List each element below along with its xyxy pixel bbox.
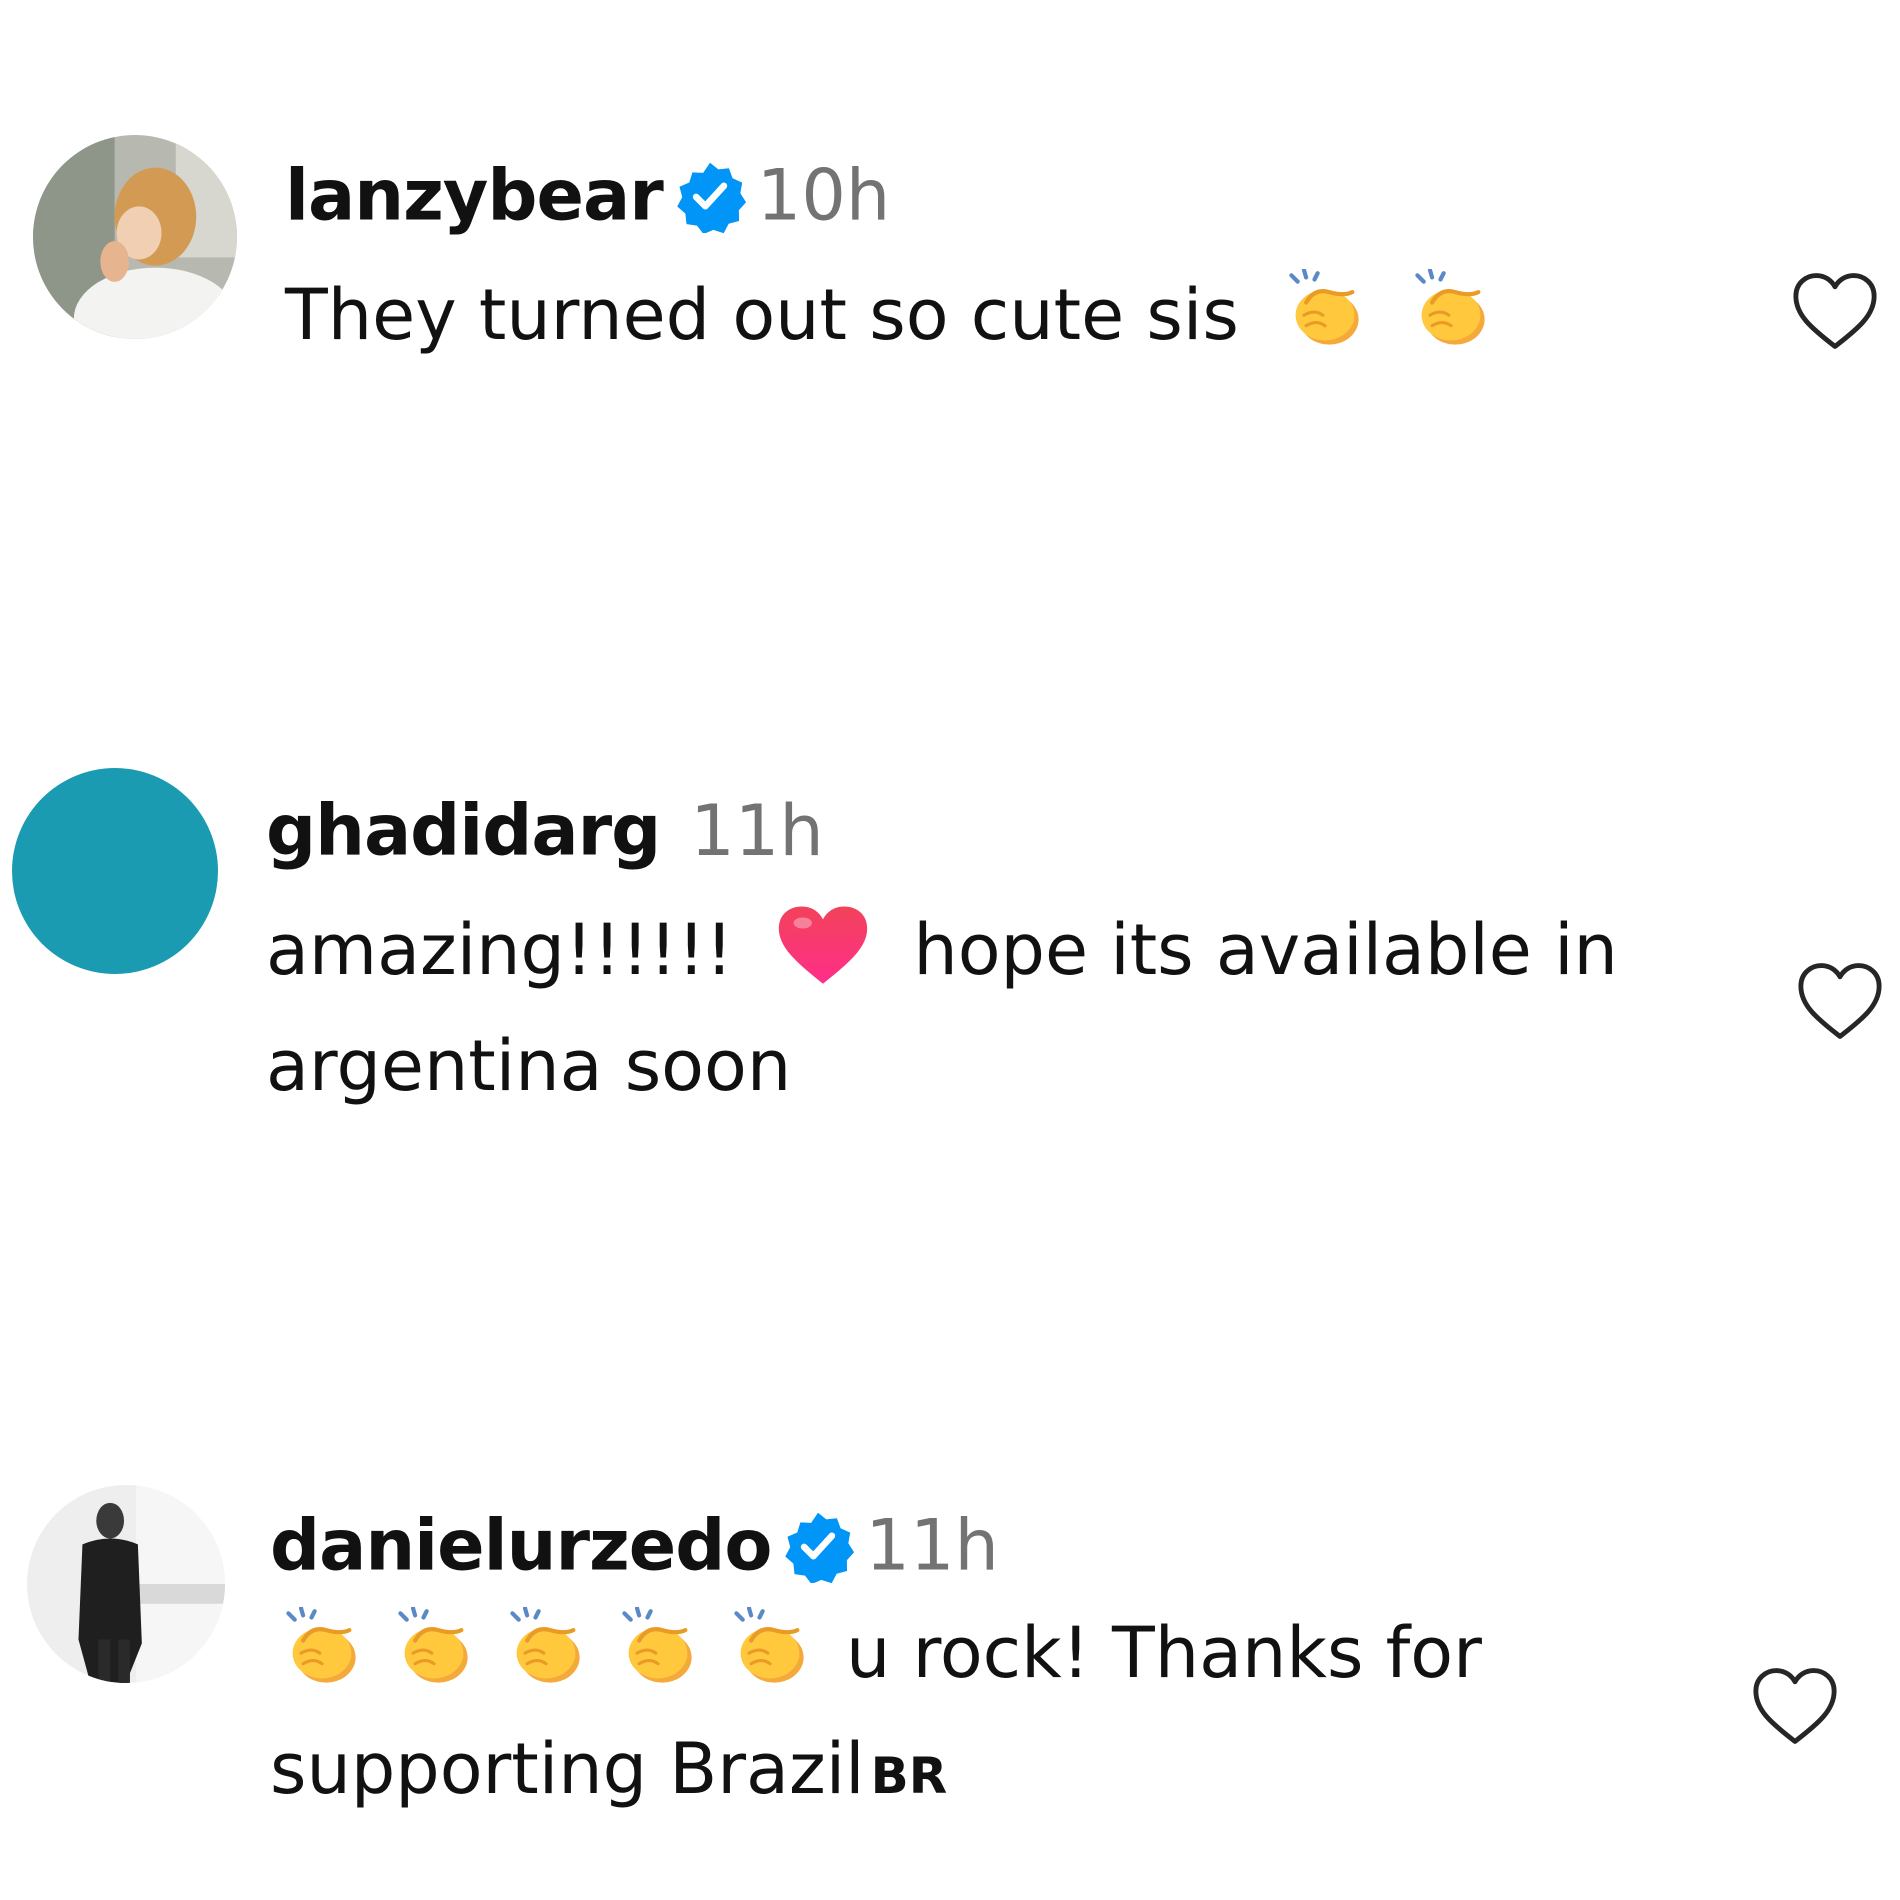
clapping-hands-icon xyxy=(392,1607,476,1691)
comment-text-part: amazing!!!!!! xyxy=(266,909,734,991)
comment-header: ghadidarg 11h xyxy=(266,790,1726,872)
clapping-hands-icon xyxy=(1409,269,1493,353)
timestamp[interactable]: 11h xyxy=(865,1505,998,1587)
timestamp[interactable]: 10h xyxy=(757,155,890,237)
like-heart-icon[interactable] xyxy=(1795,960,1885,1042)
avatar[interactable] xyxy=(27,1485,225,1683)
comment-text: They turned out so cute sis xyxy=(285,257,1745,373)
avatar[interactable] xyxy=(12,768,218,974)
comment-body: lanzybear 10h They turned out so cute sis xyxy=(285,155,1745,373)
timestamp[interactable]: 11h xyxy=(690,790,823,872)
comment-text-part: hope its available in xyxy=(913,909,1618,991)
clapping-hands-icon xyxy=(280,1607,364,1691)
verified-badge-icon xyxy=(781,1509,855,1583)
clapping-hands-icon xyxy=(616,1607,700,1691)
comment-body: danielurzedo 11h u rock! Thanks for suppo… xyxy=(270,1505,1730,1834)
comment-text-part: u rock! Thanks for xyxy=(846,1612,1482,1694)
comment-text: u rock! Thanks for supporting Brazil BR xyxy=(270,1595,1730,1834)
comment-text: amazing!!!!!! hope its available in argen… xyxy=(266,892,1726,1124)
comment-header: lanzybear 10h xyxy=(285,155,1745,237)
avatar[interactable] xyxy=(33,135,237,339)
username[interactable]: lanzybear xyxy=(285,155,664,237)
like-heart-icon[interactable] xyxy=(1750,1665,1840,1747)
comment-text-part: argentina soon xyxy=(266,1025,792,1107)
verified-badge-icon xyxy=(673,159,747,233)
comment-body: ghadidarg 11h amazing!!!!!! hope its avail… xyxy=(266,790,1726,1124)
username[interactable]: ghadidarg xyxy=(266,790,661,872)
clapping-hands-icon xyxy=(1283,269,1367,353)
comment-text-part: supporting Brazil xyxy=(270,1728,865,1810)
clapping-hands-icon xyxy=(504,1607,588,1691)
brazil-flag-emoji: BR xyxy=(870,1747,948,1805)
like-heart-icon[interactable] xyxy=(1790,270,1880,352)
comment-header: danielurzedo 11h xyxy=(270,1505,1730,1587)
comment-text-part: They turned out so cute sis xyxy=(285,274,1239,356)
username[interactable]: danielurzedo xyxy=(270,1505,772,1587)
clapping-hands-icon xyxy=(728,1607,812,1691)
red-heart-icon xyxy=(777,904,869,988)
